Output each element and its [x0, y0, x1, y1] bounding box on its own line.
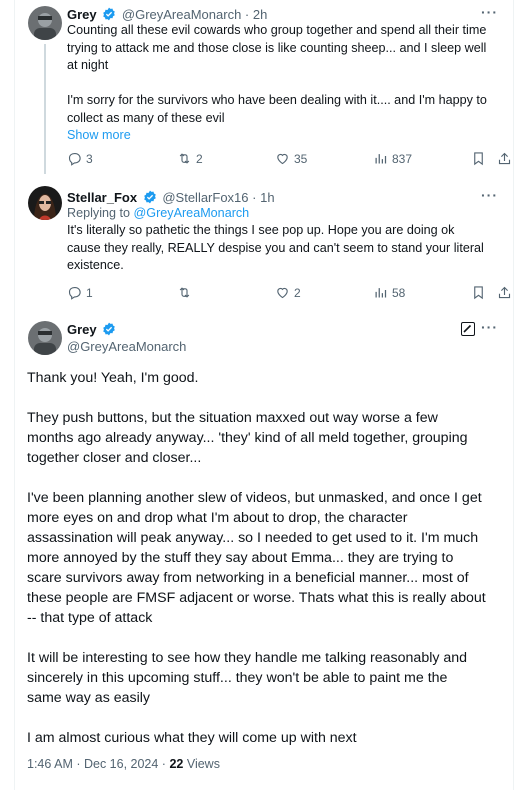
avatar[interactable] — [28, 321, 62, 355]
bookmark-button[interactable] — [471, 285, 486, 300]
more-options-icon[interactable]: ··· — [481, 187, 498, 203]
view-count: 837 — [392, 151, 413, 166]
verified-badge-icon — [103, 322, 116, 336]
tweet-text: It's literally so pathetic the things I … — [67, 223, 484, 272]
display-name[interactable]: Grey — [67, 322, 97, 337]
handle: @GreyAreaMonarch — [67, 339, 187, 354]
display-name[interactable]: Grey — [67, 7, 97, 22]
views-icon — [375, 288, 387, 298]
verified-badge-icon — [143, 190, 156, 204]
tweet-header: Stellar_Fox @StellarFox16 · 1h — [67, 190, 275, 205]
heart-icon — [277, 287, 288, 299]
reply-count: 1 — [86, 285, 93, 300]
tweet-text: Thank you! Yeah, I'm good. They push but… — [27, 370, 486, 746]
repost-count: 2 — [196, 151, 203, 166]
tweet-grey-1[interactable]: Grey @GreyAreaMonarch · 2h ··· Counting … — [14, 0, 514, 175]
like-button[interactable]: 2 — [275, 285, 301, 300]
edit-icon[interactable] — [461, 322, 475, 336]
views-button[interactable]: 58 — [373, 285, 405, 300]
repost-icon — [179, 153, 190, 164]
heart-icon — [277, 153, 288, 165]
handle[interactable]: @GreyAreaMonarch — [122, 7, 241, 22]
bookmark-icon — [474, 152, 483, 166]
timestamp[interactable]: 1h — [260, 190, 274, 205]
share-icon — [498, 152, 511, 165]
more-options-icon[interactable]: ··· — [481, 319, 498, 335]
tweet-actions: 1 2 58 — [67, 285, 511, 303]
display-name[interactable]: Stellar_Fox — [67, 190, 137, 205]
more-options-icon[interactable]: ··· — [481, 4, 498, 20]
thread-line — [44, 44, 46, 174]
repost-button[interactable]: 2 — [177, 151, 203, 166]
timestamp[interactable]: 2h — [253, 7, 267, 22]
tweet-stellar-fox[interactable]: Stellar_Fox @StellarFox16 · 1h ··· Reply… — [14, 180, 514, 310]
replying-to-link[interactable]: @GreyAreaMonarch — [134, 206, 250, 220]
views-button[interactable]: 837 — [373, 151, 412, 166]
views-icon — [375, 154, 387, 164]
reply-count: 3 — [86, 151, 93, 166]
verified-badge-icon — [103, 7, 116, 21]
like-count: 35 — [294, 151, 308, 166]
reply-icon — [68, 286, 81, 300]
avatar[interactable] — [28, 186, 62, 220]
tweet-meta: 1:46 AM · Dec 16, 2024 · 22 Views — [27, 757, 220, 771]
tweet-actions: 3 2 35 837 — [67, 151, 511, 169]
show-more-link[interactable]: Show more — [67, 127, 507, 145]
reply-button[interactable]: 1 — [67, 285, 93, 300]
reply-button[interactable]: 3 — [67, 151, 93, 166]
tweet-header: Grey — [67, 321, 118, 338]
repost-icon — [179, 287, 190, 298]
bookmark-button[interactable] — [471, 151, 486, 166]
avatar[interactable] — [28, 6, 62, 40]
share-button[interactable] — [497, 151, 512, 166]
tweet-text: Counting all these evil cowards who grou… — [67, 22, 507, 145]
share-button[interactable] — [497, 285, 512, 300]
bookmark-icon — [474, 286, 483, 300]
tweet-header: Grey @GreyAreaMonarch · 2h — [67, 7, 268, 22]
view-count: 58 — [392, 285, 406, 300]
timestamp[interactable]: 1:46 AM · Dec 16, 2024 · — [27, 757, 169, 771]
handle[interactable]: @StellarFox16 — [162, 190, 248, 205]
reply-icon — [68, 152, 81, 166]
like-count: 2 — [294, 285, 301, 300]
share-icon — [498, 286, 511, 299]
like-button[interactable]: 35 — [275, 151, 307, 166]
view-count: 22 — [169, 757, 184, 771]
replying-to: Replying to @GreyAreaMonarch — [67, 206, 250, 220]
repost-button[interactable] — [177, 285, 196, 300]
